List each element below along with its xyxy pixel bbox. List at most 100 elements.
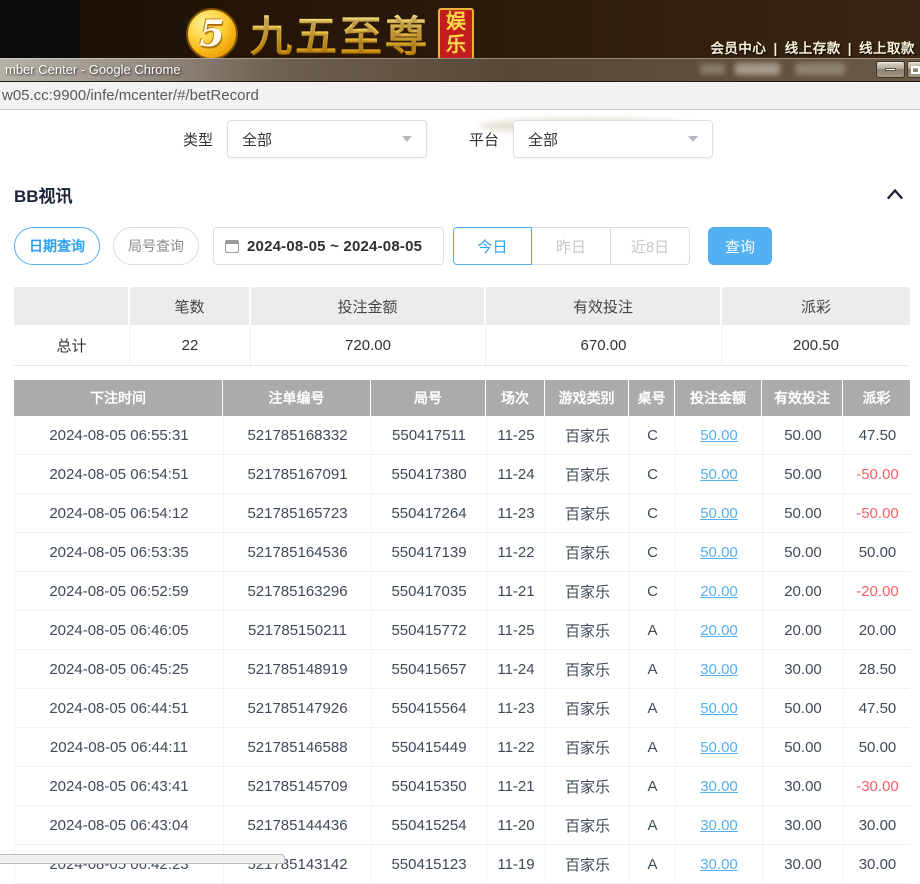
table-cell: 550417035 [372,572,487,610]
bet-amount-link[interactable]: 50.00 [676,533,763,571]
bet-record-table: 下注时间 注单编号 局号 场次 游戏类别 桌号 投注金额 有效投注 派彩 202… [14,380,910,884]
browser-url-bar[interactable]: w05.cc:9900/infe/mcenter/#/betRecord [0,82,920,110]
table-row: 2024-08-05 06:46:05521785150211550415772… [14,611,910,650]
table-cell: 20.00 [763,611,844,649]
table-cell: 2024-08-05 06:43:04 [15,806,224,844]
date-query-tab[interactable]: 日期查询 [14,227,100,265]
table-cell: 550415772 [372,611,487,649]
col-header-bet-amount: 投注金额 [675,380,762,416]
table-cell: 521785150211 [224,611,372,649]
table-cell: 47.50 [844,689,911,727]
bet-amount-link[interactable]: 50.00 [676,416,763,454]
search-button[interactable]: 查询 [708,227,772,265]
nav-separator: | [773,41,777,56]
today-button[interactable]: 今日 [453,227,532,265]
table-cell: C [630,455,676,493]
minimize-button[interactable] [876,61,905,78]
col-header-round-id: 局号 [371,380,486,416]
summary-header-valid-bet: 有效投注 [486,287,722,325]
table-cell: 50.00 [763,533,844,571]
table-cell: 2024-08-05 06:53:35 [15,533,224,571]
maximize-icon [911,66,920,74]
table-cell: 521785144436 [224,806,372,844]
table-cell: 521785165723 [224,494,372,532]
summary-header-row: 笔数 投注金额 有效投注 派彩 [14,287,910,325]
table-cell: 2024-08-05 06:46:05 [15,611,224,649]
bet-amount-link[interactable]: 50.00 [676,455,763,493]
table-row: 2024-08-05 06:43:41521785145709550415350… [14,767,910,806]
summary-table: 笔数 投注金额 有效投注 派彩 总计 22 720.00 670.00 200.… [14,287,910,366]
bet-amount-link[interactable]: 20.00 [676,611,763,649]
type-filter-label: 类型 [183,129,213,150]
bet-amount-link[interactable]: 30.00 [676,806,763,844]
col-header-table-no: 桌号 [629,380,675,416]
nav-withdraw-link[interactable]: 线上取款 [859,41,915,56]
table-cell: 11-25 [487,416,546,454]
table-cell: -50.00 [844,494,911,532]
table-cell: 550417511 [372,416,487,454]
date-range-picker[interactable]: 2024-08-05 ~ 2024-08-05 [213,227,444,265]
collapse-chevron-up-icon[interactable] [884,186,906,204]
chevron-down-icon [688,136,698,142]
table-cell: A [630,611,676,649]
yesterday-button[interactable]: 昨日 [532,227,611,265]
last-8-days-button[interactable]: 近8日 [611,227,690,265]
table-cell: 2024-08-05 06:44:11 [15,728,224,766]
section-header: BB视讯 [14,182,906,207]
table-cell: 11-25 [487,611,546,649]
window-titlebar[interactable]: mber Center - Google Chrome [0,58,920,82]
table-cell: C [630,572,676,610]
table-row: 2024-08-05 06:42:23521785143142550415123… [14,845,910,884]
blurred-user-info [700,64,725,74]
table-cell: 30.00 [763,767,844,805]
table-cell: 11-24 [487,455,546,493]
bet-amount-link[interactable]: 50.00 [676,689,763,727]
table-row: 2024-08-05 06:45:25521785148919550415657… [14,650,910,689]
table-row: 2024-08-05 06:43:04521785144436550415254… [14,806,910,845]
table-cell: 521785168332 [224,416,372,454]
table-cell: 550415350 [372,767,487,805]
brand-badge: 娱乐 [438,8,474,60]
site-logo: 5 九五至尊 娱乐 [186,3,474,64]
table-cell: 50.00 [844,533,911,571]
table-row: 2024-08-05 06:54:51521785167091550417380… [14,455,910,494]
brand-name: 九五至尊 [250,3,430,64]
table-cell: 11-22 [487,728,546,766]
logo-number: 5 [199,13,224,55]
table-cell: C [630,533,676,571]
table-cell: A [630,689,676,727]
platform-select[interactable]: 全部 [513,120,713,158]
table-cell: 521785147926 [224,689,372,727]
summary-header-bet-amount: 投注金额 [251,287,486,325]
type-select[interactable]: 全部 [227,120,427,158]
table-cell: 550415254 [372,806,487,844]
table-cell: 百家乐 [546,533,630,571]
nav-separator: | [848,41,852,56]
bet-amount-link[interactable]: 50.00 [676,728,763,766]
banner-nav: 会员中心 | 线上存款 | 线上取款 [710,37,915,57]
table-cell: 百家乐 [546,416,630,454]
table-cell: 47.50 [844,416,911,454]
table-cell: 2024-08-05 06:54:12 [15,494,224,532]
table-cell: 2024-08-05 06:44:51 [15,689,224,727]
nav-member-center-link[interactable]: 会员中心 [710,41,766,56]
table-cell: 521785146588 [224,728,372,766]
bet-amount-link[interactable]: 30.00 [676,845,763,883]
table-cell: 百家乐 [546,806,630,844]
bet-amount-link[interactable]: 50.00 [676,494,763,532]
table-cell: 30.00 [763,806,844,844]
table-cell: 20.00 [844,611,911,649]
table-cell: 11-22 [487,533,546,571]
bet-amount-link[interactable]: 20.00 [676,572,763,610]
table-cell: A [630,845,676,883]
round-query-tab[interactable]: 局号查询 [113,227,199,265]
table-cell: 百家乐 [546,572,630,610]
bet-table-body: 2024-08-05 06:55:31521785168332550417511… [14,416,910,884]
nav-deposit-link[interactable]: 线上存款 [785,41,841,56]
section-title: BB视讯 [14,182,73,207]
maximize-button[interactable] [907,61,920,78]
bet-amount-link[interactable]: 30.00 [676,650,763,688]
bet-amount-link[interactable]: 30.00 [676,767,763,805]
platform-select-value: 全部 [528,129,558,150]
minimize-icon [885,68,896,71]
